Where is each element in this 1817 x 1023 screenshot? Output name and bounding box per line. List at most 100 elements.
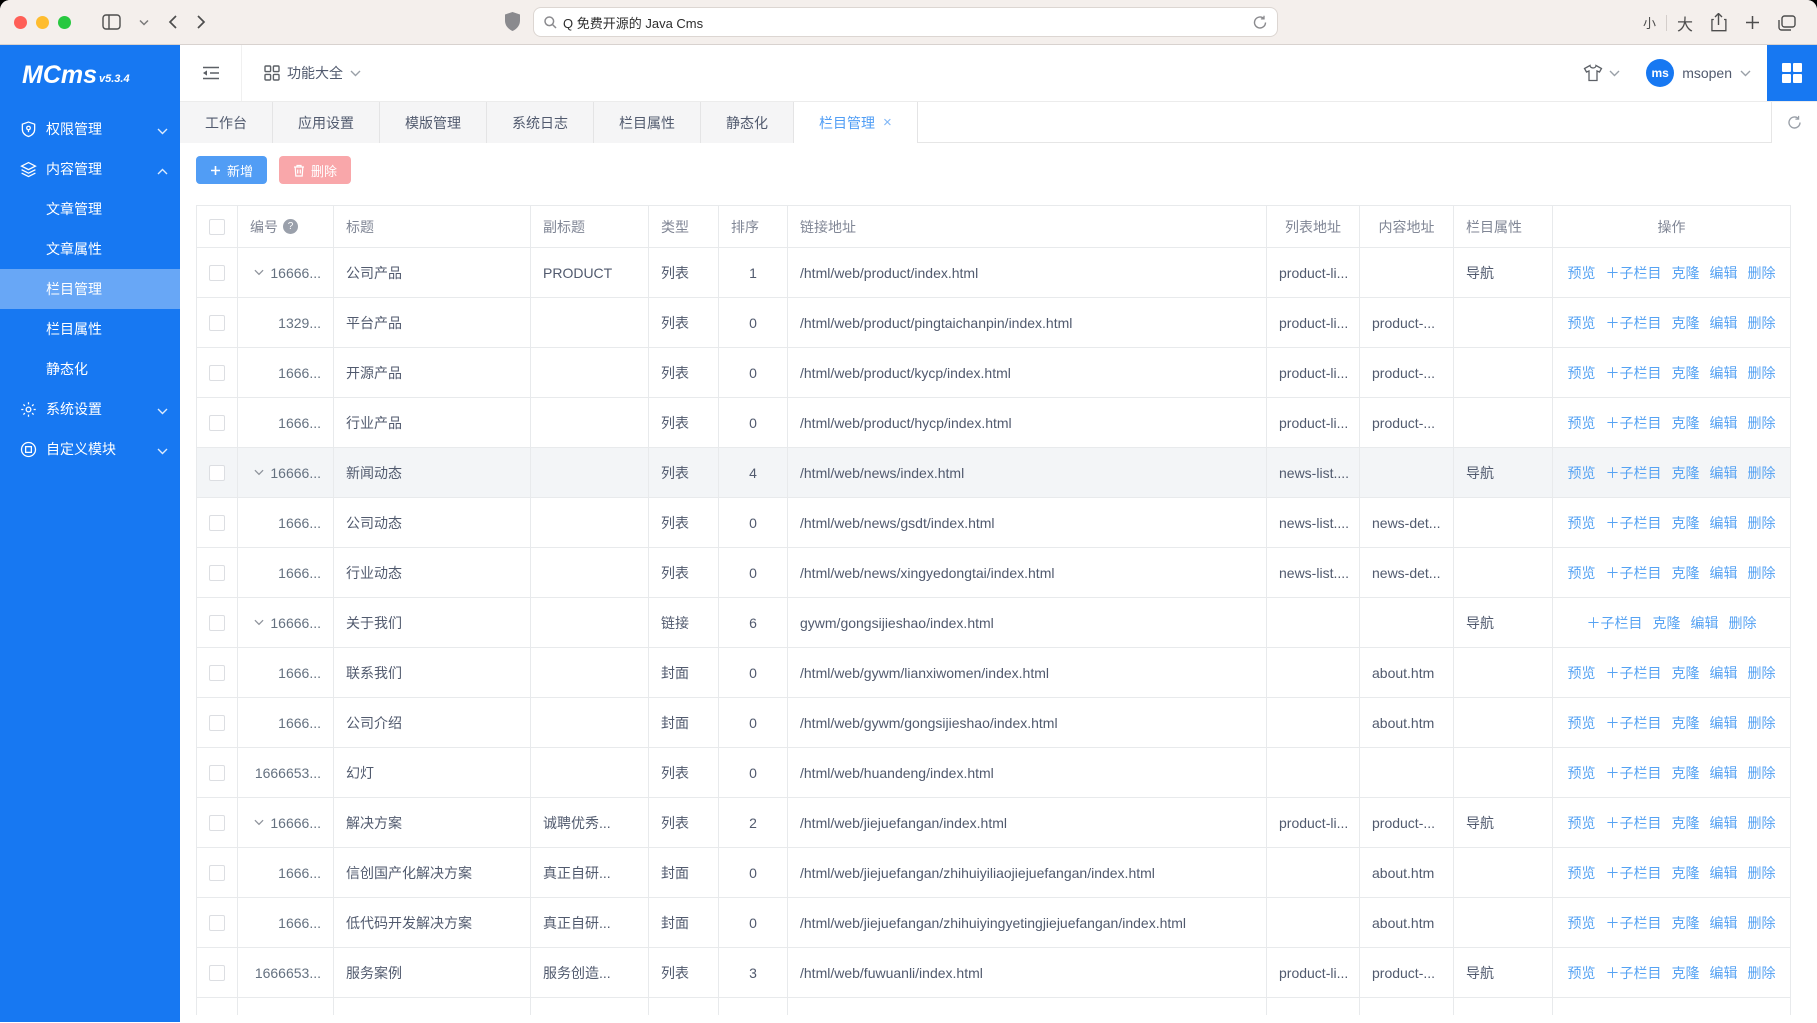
zoom-window-button[interactable] bbox=[58, 16, 71, 29]
row-checkbox[interactable] bbox=[209, 565, 225, 581]
row-checkbox[interactable] bbox=[209, 665, 225, 681]
action-preview[interactable]: 预览 bbox=[1568, 515, 1596, 531]
action-clone[interactable]: 克隆 bbox=[1672, 765, 1700, 781]
reload-icon[interactable] bbox=[1253, 15, 1267, 30]
tab-系统日志[interactable]: 系统日志 bbox=[487, 102, 594, 143]
action-clone[interactable]: 克隆 bbox=[1672, 465, 1700, 481]
action-delete[interactable]: 删除 bbox=[1748, 865, 1776, 881]
action-add-child[interactable]: ＋子栏目 bbox=[1606, 765, 1662, 781]
forward-button[interactable] bbox=[196, 14, 207, 30]
action-delete[interactable]: 删除 bbox=[1748, 915, 1776, 931]
action-preview[interactable]: 预览 bbox=[1568, 865, 1596, 881]
row-checkbox[interactable] bbox=[209, 715, 225, 731]
action-clone[interactable]: 克隆 bbox=[1653, 615, 1681, 631]
action-add-child[interactable]: ＋子栏目 bbox=[1606, 565, 1662, 581]
action-add-child[interactable]: ＋子栏目 bbox=[1606, 865, 1662, 881]
sidebar-subitem-文章管理[interactable]: 文章管理 bbox=[0, 189, 180, 229]
sidebar-subitem-文章属性[interactable]: 文章属性 bbox=[0, 229, 180, 269]
privacy-shield-icon[interactable] bbox=[505, 12, 520, 34]
row-checkbox[interactable] bbox=[209, 815, 225, 831]
user-menu[interactable]: ms msopen bbox=[1646, 59, 1751, 87]
expand-chevron-icon[interactable] bbox=[254, 269, 264, 276]
apps-grid-button[interactable] bbox=[1767, 45, 1817, 101]
action-clone[interactable]: 克隆 bbox=[1672, 865, 1700, 881]
row-checkbox[interactable] bbox=[209, 965, 225, 981]
row-checkbox[interactable] bbox=[209, 865, 225, 881]
row-checkbox[interactable] bbox=[209, 265, 225, 281]
action-preview[interactable]: 预览 bbox=[1568, 315, 1596, 331]
action-preview[interactable]: 预览 bbox=[1568, 365, 1596, 381]
action-preview[interactable]: 预览 bbox=[1568, 415, 1596, 431]
share-icon[interactable] bbox=[1710, 13, 1727, 33]
action-clone[interactable]: 克隆 bbox=[1672, 715, 1700, 731]
refresh-tab-button[interactable] bbox=[1771, 102, 1817, 143]
action-delete[interactable]: 删除 bbox=[1748, 465, 1776, 481]
action-edit[interactable]: 编辑 bbox=[1710, 815, 1738, 831]
row-checkbox[interactable] bbox=[209, 615, 225, 631]
action-edit[interactable]: 编辑 bbox=[1710, 665, 1738, 681]
tab-overview-button[interactable] bbox=[1778, 15, 1796, 31]
action-edit[interactable]: 编辑 bbox=[1710, 465, 1738, 481]
feature-menu[interactable]: 功能大全 bbox=[264, 63, 361, 83]
action-edit[interactable]: 编辑 bbox=[1710, 915, 1738, 931]
action-clone[interactable]: 克隆 bbox=[1672, 965, 1700, 981]
action-delete[interactable]: 删除 bbox=[1748, 965, 1776, 981]
action-add-child[interactable]: ＋子栏目 bbox=[1606, 915, 1662, 931]
sidebar-toggle-icon[interactable] bbox=[102, 14, 121, 30]
action-add-child[interactable]: ＋子栏目 bbox=[1587, 615, 1643, 631]
action-clone[interactable]: 克隆 bbox=[1672, 515, 1700, 531]
sidebar-item-内容管理[interactable]: 内容管理 bbox=[0, 149, 180, 189]
action-clone[interactable]: 克隆 bbox=[1672, 265, 1700, 281]
row-checkbox[interactable] bbox=[209, 415, 225, 431]
action-preview[interactable]: 预览 bbox=[1568, 565, 1596, 581]
action-clone[interactable]: 克隆 bbox=[1672, 315, 1700, 331]
sidebar-item-权限管理[interactable]: 权限管理 bbox=[0, 109, 180, 149]
action-preview[interactable]: 预览 bbox=[1568, 765, 1596, 781]
action-edit[interactable]: 编辑 bbox=[1710, 965, 1738, 981]
action-clone[interactable]: 克隆 bbox=[1672, 665, 1700, 681]
tab-应用设置[interactable]: 应用设置 bbox=[273, 102, 380, 143]
action-preview[interactable]: 预览 bbox=[1568, 265, 1596, 281]
action-edit[interactable]: 编辑 bbox=[1710, 565, 1738, 581]
action-add-child[interactable]: ＋子栏目 bbox=[1606, 515, 1662, 531]
action-delete[interactable]: 删除 bbox=[1748, 265, 1776, 281]
action-preview[interactable]: 预览 bbox=[1568, 815, 1596, 831]
tab-栏目管理[interactable]: 栏目管理× bbox=[794, 102, 918, 143]
action-add-child[interactable]: ＋子栏目 bbox=[1606, 715, 1662, 731]
expand-chevron-icon[interactable] bbox=[254, 469, 264, 476]
action-add-child[interactable]: ＋子栏目 bbox=[1606, 315, 1662, 331]
row-checkbox[interactable] bbox=[209, 465, 225, 481]
row-checkbox[interactable] bbox=[209, 515, 225, 531]
action-clone[interactable]: 克隆 bbox=[1672, 365, 1700, 381]
action-add-child[interactable]: ＋子栏目 bbox=[1606, 665, 1662, 681]
action-add-child[interactable]: ＋子栏目 bbox=[1606, 965, 1662, 981]
action-preview[interactable]: 预览 bbox=[1568, 665, 1596, 681]
action-delete[interactable]: 删除 bbox=[1748, 365, 1776, 381]
row-checkbox[interactable] bbox=[209, 365, 225, 381]
action-edit[interactable]: 编辑 bbox=[1710, 765, 1738, 781]
action-edit[interactable]: 编辑 bbox=[1710, 515, 1738, 531]
text-smaller-button[interactable]: 小 bbox=[1635, 13, 1664, 32]
sidebar-subitem-静态化[interactable]: 静态化 bbox=[0, 349, 180, 389]
row-checkbox[interactable] bbox=[209, 765, 225, 781]
action-preview[interactable]: 预览 bbox=[1568, 465, 1596, 481]
action-delete[interactable]: 删除 bbox=[1748, 415, 1776, 431]
tab-close-icon[interactable]: × bbox=[883, 114, 892, 131]
close-window-button[interactable] bbox=[14, 16, 27, 29]
action-add-child[interactable]: ＋子栏目 bbox=[1606, 815, 1662, 831]
select-all-checkbox[interactable] bbox=[209, 219, 225, 235]
add-button[interactable]: 新增 bbox=[196, 156, 267, 184]
action-delete[interactable]: 删除 bbox=[1748, 665, 1776, 681]
action-delete[interactable]: 删除 bbox=[1748, 715, 1776, 731]
minimize-window-button[interactable] bbox=[36, 16, 49, 29]
action-add-child[interactable]: ＋子栏目 bbox=[1606, 365, 1662, 381]
action-add-child[interactable]: ＋子栏目 bbox=[1606, 465, 1662, 481]
help-icon[interactable]: ? bbox=[283, 219, 298, 234]
row-checkbox[interactable] bbox=[209, 915, 225, 931]
action-delete[interactable]: 删除 bbox=[1729, 615, 1757, 631]
action-edit[interactable]: 编辑 bbox=[1710, 415, 1738, 431]
action-preview[interactable]: 预览 bbox=[1568, 915, 1596, 931]
expand-chevron-icon[interactable] bbox=[254, 619, 264, 626]
expand-chevron-icon[interactable] bbox=[254, 819, 264, 826]
text-larger-button[interactable]: 大 bbox=[1669, 11, 1701, 35]
